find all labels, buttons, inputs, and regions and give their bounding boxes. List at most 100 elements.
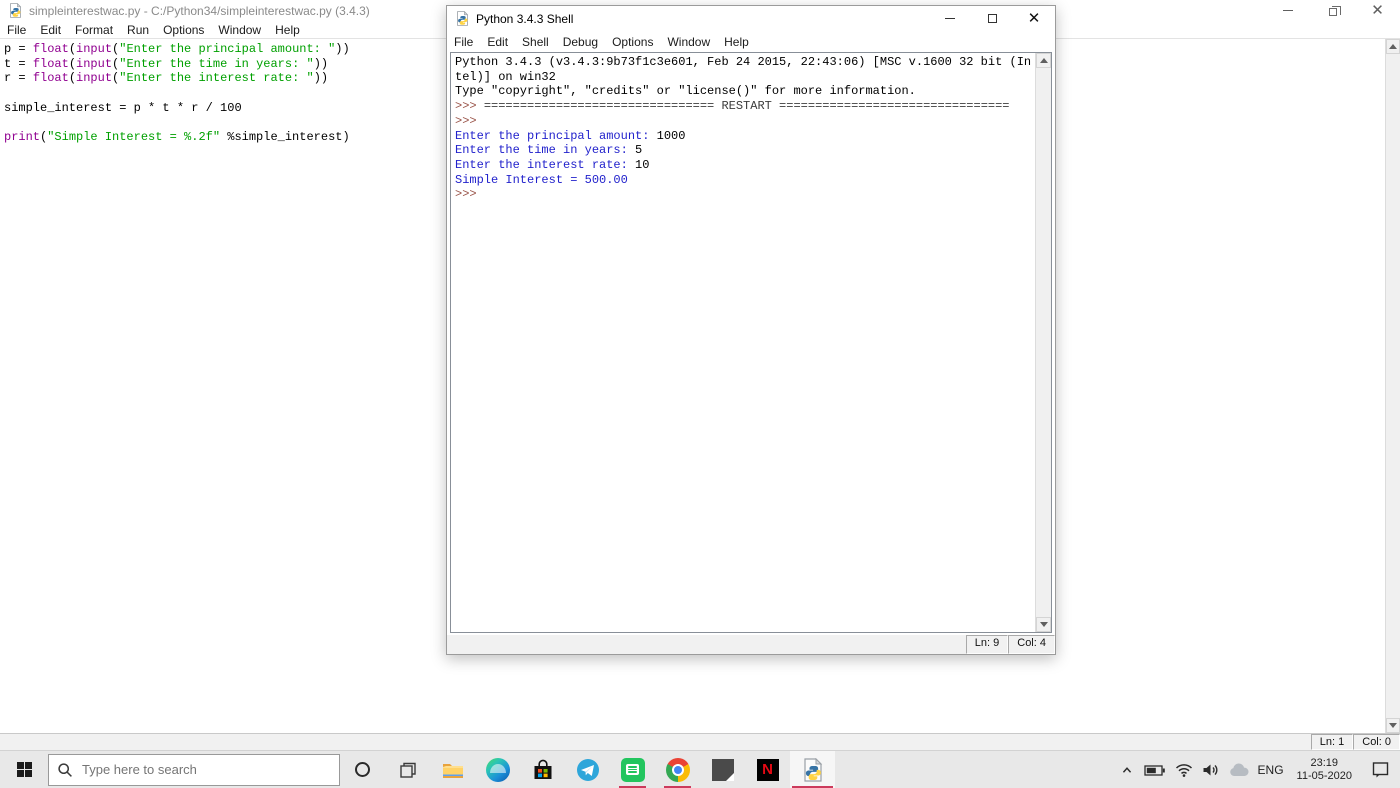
minimize-icon [1283, 10, 1293, 11]
editor-menu-edit[interactable]: Edit [33, 21, 68, 39]
action-center-icon[interactable] [1371, 760, 1390, 779]
editor-close-button[interactable]: ✕ [1355, 0, 1400, 21]
python-shell-window: Python 3.4.3 Shell ✕ FileEditShellDebugO… [446, 5, 1056, 655]
cortana-icon [355, 762, 370, 777]
scroll-up-button[interactable] [1036, 53, 1051, 68]
text-line: Enter the principal amount: 1000 [455, 129, 1051, 144]
text-line: Simple Interest = 500.00 [455, 173, 1051, 188]
editor-statusbar: Ln: 1 Col: 0 [0, 733, 1400, 750]
shell-menu-window[interactable]: Window [660, 33, 717, 51]
taskbar-item-chrome[interactable] [655, 751, 700, 788]
desktop: simpleinterestwac.py - C:/Python34/simpl… [0, 0, 1400, 788]
text-line: Enter the time in years: 5 [455, 143, 1051, 158]
editor-menu-options[interactable]: Options [156, 21, 211, 39]
minimize-icon [945, 18, 955, 19]
editor-vertical-scrollbar[interactable] [1385, 39, 1400, 733]
shell-statusbar: Ln: 9 Col: 4 [447, 635, 1055, 654]
text-line: >>> [455, 187, 1051, 202]
battery-icon[interactable] [1144, 762, 1166, 778]
taskbar-item-cortana[interactable] [340, 751, 385, 788]
shell-output[interactable]: Python 3.4.3 (v3.4.3:9b73f1c3e601, Feb 2… [451, 53, 1051, 202]
taskbar-item-file-explorer[interactable] [430, 751, 475, 788]
tray-date: 11-05-2020 [1297, 770, 1352, 783]
editor-window-controls: ✕ [1265, 0, 1400, 21]
shell-minimize-button[interactable] [929, 6, 971, 31]
taskbar: N [0, 750, 1400, 788]
microsoft-store-icon [531, 758, 555, 782]
shell-titlebar[interactable]: Python 3.4.3 Shell ✕ [447, 6, 1055, 31]
close-icon: ✕ [1371, 3, 1384, 18]
taskbar-item-store[interactable] [520, 751, 565, 788]
text-line: >>> [455, 114, 1051, 129]
shell-vertical-scrollbar[interactable] [1035, 53, 1051, 632]
editor-menu-window[interactable]: Window [211, 21, 268, 39]
text-line: Enter the interest rate: 10 [455, 158, 1051, 173]
scroll-down-button[interactable] [1386, 718, 1400, 733]
text-line: Python 3.4.3 (v3.4.3:9b73f1c3e601, Feb 2… [455, 55, 1051, 70]
maximize-icon [988, 14, 997, 23]
idle-file-icon [8, 3, 23, 18]
tray-time: 23:19 [1311, 757, 1339, 770]
start-button[interactable] [0, 751, 48, 788]
close-icon: ✕ [1028, 11, 1041, 26]
shell-menu-help[interactable]: Help [717, 33, 756, 51]
restore-icon [1329, 8, 1337, 16]
shell-maximize-button[interactable] [971, 6, 1013, 31]
shell-col-indicator: Col: 4 [1008, 635, 1055, 654]
text-line: Type "copyright", "credits" or "license(… [455, 84, 1051, 99]
onedrive-cloud-icon[interactable] [1229, 763, 1249, 777]
editor-col-indicator: Col: 0 [1353, 734, 1400, 750]
scroll-up-icon [1389, 44, 1397, 49]
shell-menu-shell[interactable]: Shell [515, 33, 556, 51]
telegram-icon [576, 758, 600, 782]
editor-minimize-button[interactable] [1265, 0, 1310, 21]
tray-clock[interactable]: 23:19 11-05-2020 [1293, 757, 1356, 783]
text-line: >>> ================================ RES… [455, 99, 1051, 114]
shell-menubar: FileEditShellDebugOptionsWindowHelp [447, 31, 1055, 52]
shell-menu-file[interactable]: File [447, 33, 480, 51]
scroll-down-button[interactable] [1036, 617, 1051, 632]
python-shell-icon [455, 11, 470, 26]
taskbar-item-spotify[interactable] [610, 751, 655, 788]
taskbar-item-netflix[interactable]: N [745, 751, 790, 788]
editor-menu-file[interactable]: File [0, 21, 33, 39]
editor-menu-format[interactable]: Format [68, 21, 120, 39]
shell-window-controls: ✕ [929, 6, 1055, 31]
text-line: tel)] on win32 [455, 70, 1051, 85]
wifi-icon[interactable] [1175, 762, 1193, 778]
taskbar-search-box[interactable] [48, 754, 340, 786]
editor-restore-button[interactable] [1310, 0, 1355, 21]
shell-menu-debug[interactable]: Debug [556, 33, 605, 51]
search-input[interactable] [82, 762, 331, 777]
edge-icon [486, 758, 510, 782]
volume-icon[interactable] [1202, 762, 1220, 778]
editor-window-title: simpleinterestwac.py - C:/Python34/simpl… [29, 4, 370, 18]
sticky-notes-icon [712, 759, 734, 781]
shell-close-button[interactable]: ✕ [1013, 6, 1055, 31]
scroll-down-icon [1389, 723, 1397, 728]
shell-menu-edit[interactable]: Edit [480, 33, 515, 51]
taskbar-item-idle-python[interactable] [790, 751, 835, 788]
taskbar-item-telegram[interactable] [565, 751, 610, 788]
chrome-icon [666, 758, 690, 782]
taskbar-item-edge[interactable] [475, 751, 520, 788]
shell-window-title: Python 3.4.3 Shell [476, 12, 573, 26]
scroll-up-button[interactable] [1386, 39, 1400, 54]
task-view-icon [399, 761, 417, 779]
shell-menu-options[interactable]: Options [605, 33, 660, 51]
taskbar-item-sticky-notes[interactable] [700, 751, 745, 788]
shell-text-area[interactable]: Python 3.4.3 (v3.4.3:9b73f1c3e601, Feb 2… [450, 52, 1052, 633]
language-indicator[interactable]: ENG [1258, 763, 1284, 777]
editor-menu-run[interactable]: Run [120, 21, 156, 39]
idle-python-icon [801, 758, 825, 782]
scrollbar-track[interactable] [1386, 54, 1400, 718]
spotify-icon [621, 758, 645, 782]
taskbar-item-task-view[interactable] [385, 751, 430, 788]
file-explorer-icon [441, 758, 465, 782]
scrollbar-track[interactable] [1036, 68, 1051, 617]
system-tray: ENG 23:19 11-05-2020 [1119, 751, 1400, 788]
editor-menu-help[interactable]: Help [268, 21, 307, 39]
editor-line-indicator: Ln: 1 [1311, 734, 1353, 750]
shell-line-indicator: Ln: 9 [966, 635, 1008, 654]
tray-chevron-up-icon[interactable] [1119, 762, 1135, 778]
